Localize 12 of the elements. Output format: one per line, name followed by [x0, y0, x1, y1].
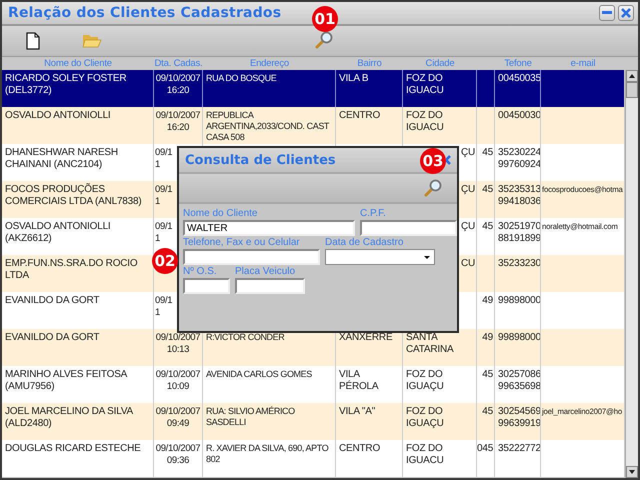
table-cell: CENTRO [336, 440, 403, 477]
table-cell: R. XAVIER DA SILVA, 690, APTO 802 [203, 440, 336, 477]
window-title: Relação dos Clientes Cadastrados [8, 5, 282, 21]
table-cell: DOUGLAS RICARD ESTECHE [2, 440, 154, 477]
field-label: C.P.F. [360, 208, 387, 220]
table-cell: 35222772 [495, 440, 541, 477]
table-cell: 09/10/2007 09:36 [154, 440, 203, 477]
table-cell: FOZ DO IGUACU [403, 440, 477, 477]
field-label: Nº O.S. [183, 266, 218, 278]
field-label: Data de Cadastro [325, 237, 404, 249]
field-label: Placa Veiculo [235, 266, 296, 278]
table-cell: 045 [477, 440, 495, 477]
